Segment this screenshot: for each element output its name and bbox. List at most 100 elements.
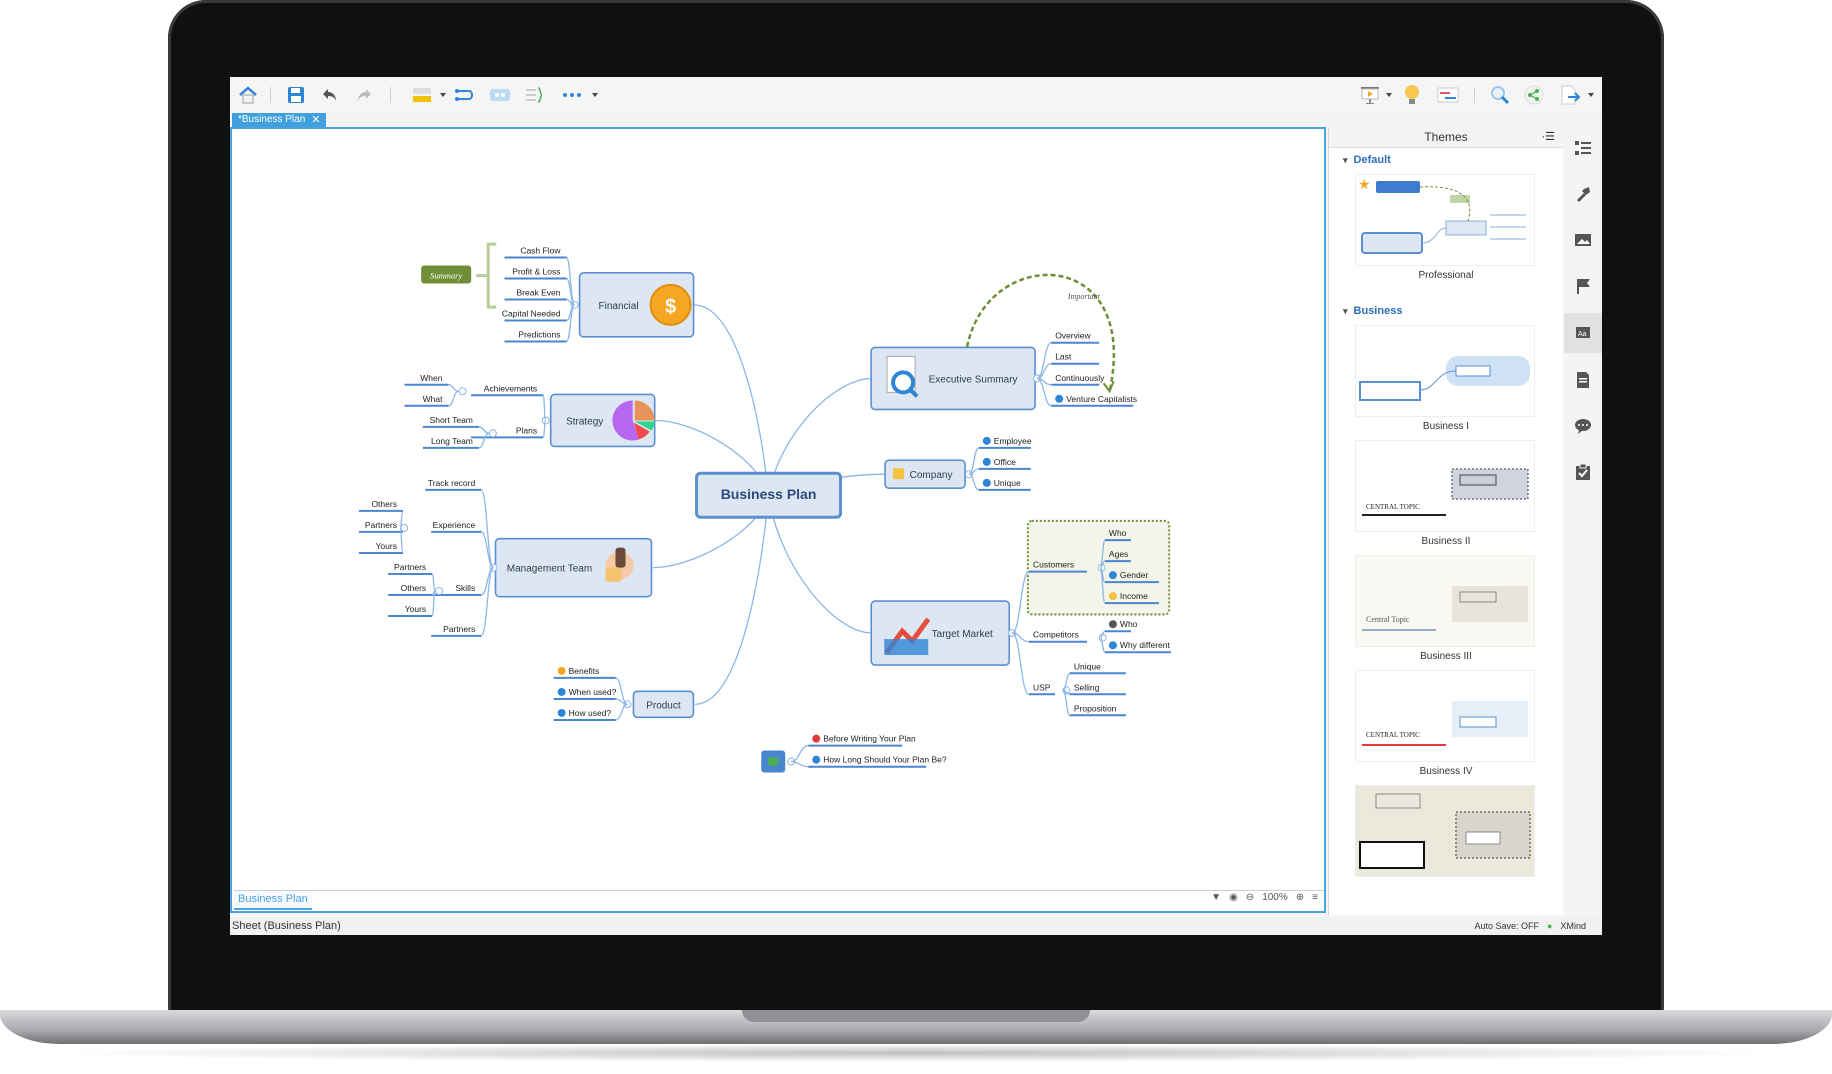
collapse-toggle[interactable] bbox=[435, 587, 444, 596]
leaf-management-1-1[interactable]: Partners bbox=[365, 520, 397, 530]
image-icon[interactable] bbox=[1574, 231, 1592, 249]
theme-group-default[interactable]: Default bbox=[1329, 148, 1563, 166]
topic-product-label[interactable]: Product bbox=[646, 700, 681, 711]
topic-financial-label[interactable]: Financial bbox=[599, 301, 639, 312]
branch-target-2[interactable]: USP bbox=[1033, 682, 1051, 692]
leaf-management-1-0[interactable]: Others bbox=[371, 499, 397, 509]
mindmap-canvas[interactable]: Business Plan Financial $ Cash Flow Profit &… bbox=[230, 127, 1326, 913]
leaf-target-2-0[interactable]: Unique bbox=[1074, 661, 1101, 671]
leaf-product-1[interactable]: When used? bbox=[569, 687, 617, 697]
topic-style-dropdown[interactable] bbox=[440, 93, 446, 97]
branch-target-1[interactable]: Competitors bbox=[1033, 630, 1079, 640]
redo-icon[interactable] bbox=[352, 83, 376, 107]
topic-style-icon[interactable] bbox=[410, 83, 434, 107]
outline-icon[interactable] bbox=[1574, 139, 1592, 157]
leaf-company-0[interactable]: Employee bbox=[994, 436, 1032, 446]
leaf-floating-0[interactable]: Before Writing Your Plan bbox=[823, 734, 916, 744]
collapse-toggle[interactable] bbox=[458, 387, 467, 396]
summary-label[interactable]: Summary bbox=[430, 270, 462, 280]
branch-management-0[interactable]: Track record bbox=[428, 478, 476, 488]
leaf-financial-0[interactable]: Cash Flow bbox=[520, 245, 561, 255]
topic-target-market-label[interactable]: Target Market bbox=[932, 629, 993, 640]
menu-icon[interactable]: ≡ bbox=[1312, 892, 1318, 903]
topic-company-label[interactable]: Company bbox=[910, 470, 953, 481]
branch-target-0[interactable]: Customers bbox=[1033, 560, 1074, 570]
relationship-icon[interactable] bbox=[452, 83, 476, 107]
theme-card-business-5[interactable] bbox=[1355, 785, 1535, 877]
home-icon[interactable] bbox=[236, 83, 260, 107]
theme-icon[interactable]: Aa bbox=[1564, 313, 1602, 353]
leaf-management-1-2[interactable]: Yours bbox=[376, 541, 397, 551]
format-icon[interactable] bbox=[1574, 185, 1592, 203]
boundary-icon[interactable] bbox=[488, 83, 512, 107]
leaf-floating-1[interactable]: How Long Should Your Plan Be? bbox=[823, 755, 947, 765]
sheet-tab[interactable]: Business Plan bbox=[234, 891, 312, 910]
topic-management-team-label[interactable]: Management Team bbox=[507, 564, 592, 575]
tab-business-plan[interactable]: *Business Plan ✕ bbox=[232, 113, 327, 127]
task-icon[interactable] bbox=[1574, 463, 1592, 481]
comments-icon[interactable] bbox=[1574, 417, 1592, 435]
relationship-label[interactable]: Important bbox=[1067, 292, 1101, 301]
close-icon[interactable]: ✕ bbox=[311, 113, 320, 127]
theme-card-business-2[interactable]: CENTRAL TOPIC bbox=[1355, 440, 1535, 532]
leaf-management-2-2[interactable]: Yours bbox=[405, 604, 426, 614]
leaf-financial-3[interactable]: Capital Needed bbox=[502, 309, 561, 319]
leaf-target-1-1[interactable]: Why different bbox=[1120, 640, 1171, 650]
presentation-icon[interactable] bbox=[1358, 83, 1382, 107]
topic-executive-summary-label[interactable]: Executive Summary bbox=[929, 374, 1018, 385]
leaf-target-2-1[interactable]: Selling bbox=[1074, 682, 1100, 692]
autosave-status[interactable]: Auto Save: OFF bbox=[1475, 917, 1540, 935]
save-icon[interactable] bbox=[284, 83, 308, 107]
undo-icon[interactable] bbox=[318, 83, 342, 107]
zoom-in-button[interactable]: ⊕ bbox=[1296, 892, 1304, 903]
theme-group-business[interactable]: Business bbox=[1329, 299, 1563, 317]
dollar-sign[interactable]: $ bbox=[665, 296, 676, 318]
leaf-company-1[interactable]: Office bbox=[994, 457, 1016, 467]
collapse-toggle[interactable] bbox=[488, 429, 497, 438]
topic-strategy-label[interactable]: Strategy bbox=[566, 416, 603, 427]
export-dropdown[interactable] bbox=[1588, 93, 1594, 97]
leaf-executive-0[interactable]: Overview bbox=[1055, 331, 1091, 341]
leaf-executive-2[interactable]: Continuously bbox=[1055, 373, 1105, 383]
more-dropdown[interactable] bbox=[592, 93, 598, 97]
leaf-product-0[interactable]: Benefits bbox=[569, 666, 600, 676]
leaf-management-2-1[interactable]: Others bbox=[401, 583, 427, 593]
export-icon[interactable] bbox=[1558, 83, 1582, 107]
leaf-management-2-0[interactable]: Partners bbox=[394, 562, 426, 572]
leaf-product-2[interactable]: How used? bbox=[569, 708, 612, 718]
theme-card-business-3[interactable]: Central Topic bbox=[1355, 555, 1535, 647]
leaf-strategy-1-0[interactable]: Short Team bbox=[430, 415, 473, 425]
branch-strategy-1[interactable]: Plans bbox=[516, 425, 537, 435]
filter-icon[interactable]: ▼ bbox=[1211, 892, 1221, 903]
branch-management-1[interactable]: Experience bbox=[433, 520, 476, 530]
notes-icon[interactable] bbox=[1574, 371, 1592, 389]
branch-management-2[interactable]: Skills bbox=[455, 583, 475, 593]
mindmap-svg[interactable]: Business Plan Financial $ Cash Flow Profit &… bbox=[232, 129, 1324, 889]
search-icon[interactable] bbox=[1488, 83, 1512, 107]
branch-strategy-0[interactable]: Achievements bbox=[484, 383, 537, 393]
gantt-icon[interactable] bbox=[1436, 83, 1460, 107]
leaf-target-2-2[interactable]: Proposition bbox=[1074, 703, 1117, 713]
leaf-target-0-3[interactable]: Income bbox=[1120, 591, 1148, 601]
zoom-out-button[interactable]: ⊖ bbox=[1246, 892, 1254, 903]
leaf-financial-2[interactable]: Break Even bbox=[517, 288, 561, 298]
marker-icon[interactable] bbox=[1574, 277, 1592, 295]
theme-card-business-1[interactable] bbox=[1355, 325, 1535, 417]
more-icon[interactable] bbox=[560, 83, 584, 107]
leaf-target-0-0[interactable]: Who bbox=[1109, 528, 1127, 538]
central-topic-label[interactable]: Business Plan bbox=[721, 486, 817, 502]
leaf-company-2[interactable]: Unique bbox=[994, 478, 1021, 488]
share-icon[interactable] bbox=[1522, 83, 1546, 107]
leaf-target-0-1[interactable]: Ages bbox=[1109, 549, 1128, 559]
leaf-executive-3[interactable]: Venture Capitalists bbox=[1066, 394, 1137, 404]
presentation-dropdown[interactable] bbox=[1386, 93, 1392, 97]
themes-menu-icon[interactable]: ·☰ bbox=[1541, 127, 1555, 147]
leaf-target-0-2[interactable]: Gender bbox=[1120, 570, 1149, 580]
leaf-executive-1[interactable]: Last bbox=[1055, 352, 1072, 362]
branch-management-3[interactable]: Partners bbox=[443, 624, 475, 634]
theme-card-business-4[interactable]: CENTRAL TOPIC bbox=[1355, 670, 1535, 762]
theme-card-professional[interactable]: ★ bbox=[1355, 174, 1535, 266]
leaf-target-1-0[interactable]: Who bbox=[1120, 619, 1138, 629]
idea-icon[interactable] bbox=[1400, 83, 1424, 107]
eye-icon[interactable]: ◉ bbox=[1229, 892, 1238, 903]
